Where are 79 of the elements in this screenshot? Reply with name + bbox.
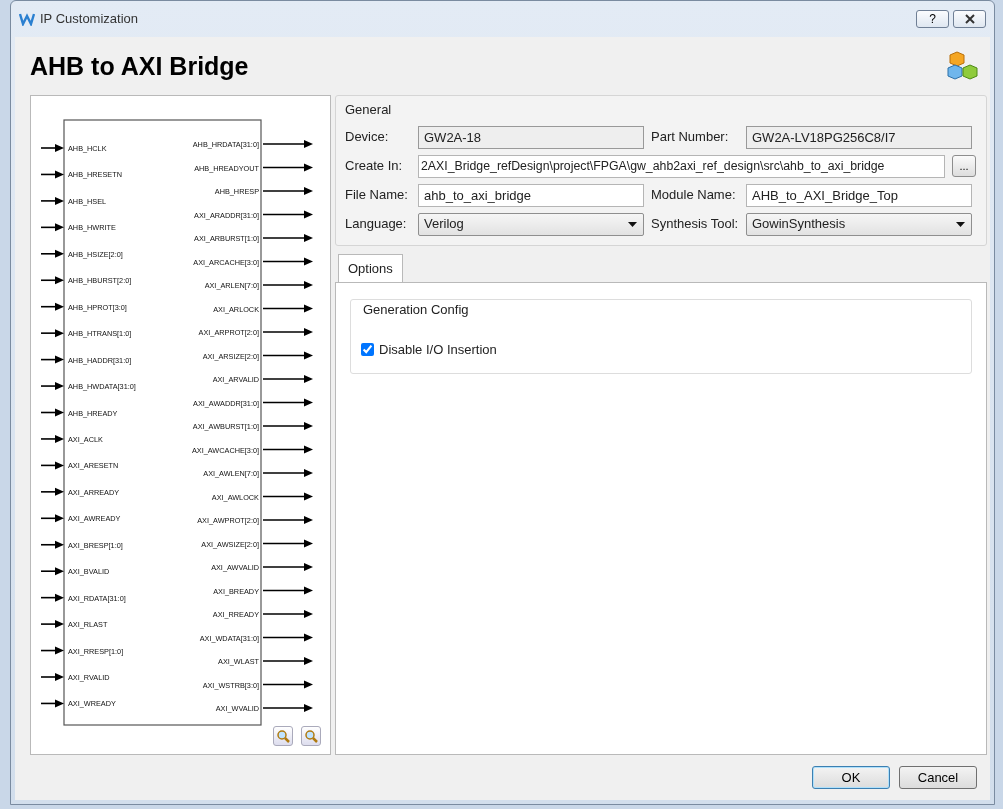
help-button[interactable]: ? <box>916 10 949 28</box>
field-label: File Name: <box>345 186 409 205</box>
pin-arrow <box>40 620 64 629</box>
field-label: Language: <box>345 215 408 234</box>
text-field[interactable]: AHB_to_AXI_Bridge_Top <box>746 183 972 207</box>
pin-arrow <box>262 469 313 477</box>
dropdown[interactable]: GowinSynthesis <box>746 212 972 236</box>
dialog-button[interactable]: OK <box>812 766 890 789</box>
pin-arrow <box>40 329 64 338</box>
pin-arrow <box>262 422 313 430</box>
dialog-button[interactable]: Cancel <box>899 766 977 789</box>
pin-arrow <box>40 249 64 258</box>
pin-arrow <box>40 540 64 549</box>
pin-arrow <box>262 445 313 454</box>
pin-arrow <box>262 210 313 219</box>
tab[interactable]: Options <box>338 253 403 282</box>
cubes-icon <box>947 50 979 82</box>
pin-arrow <box>262 140 313 148</box>
pin-arrow <box>40 355 64 364</box>
pin-arrow <box>262 187 313 195</box>
pin-arrow <box>40 196 64 205</box>
pin-arrow <box>262 516 313 524</box>
pin-arrow <box>40 170 64 179</box>
pin-arrow <box>262 492 313 501</box>
pin-arrow <box>40 461 64 470</box>
pin-arrow <box>40 408 64 417</box>
pin-arrow <box>40 673 64 681</box>
dropdown[interactable]: Verilog <box>418 212 644 236</box>
pin-arrow <box>262 163 313 172</box>
checkbox[interactable] <box>361 342 374 356</box>
group-title: General <box>345 101 393 119</box>
pin-arrow <box>40 144 64 152</box>
pin-arrow <box>262 281 313 289</box>
text-field[interactable]: ahb_to_axi_bridge <box>418 183 644 207</box>
close-button[interactable] <box>953 10 986 28</box>
pin-arrow <box>262 398 313 407</box>
pin-arrow <box>40 276 64 285</box>
pin-arrow <box>262 328 313 336</box>
window-title: IP Customization <box>40 10 139 29</box>
pin-arrow <box>262 563 313 571</box>
pin-arrow <box>262 680 313 689</box>
dialog-heading: AHB to AXI Bridge <box>30 51 249 81</box>
field-label: Module Name: <box>650 186 737 205</box>
pin-arrow <box>40 487 64 496</box>
pin-arrow <box>40 434 64 443</box>
pin-arrow <box>262 633 313 642</box>
pin-arrow <box>262 257 313 266</box>
zoom-in-button[interactable] <box>273 726 293 746</box>
pin-arrow <box>262 539 313 548</box>
zoom-out-button[interactable] <box>301 726 321 746</box>
caret-icon <box>628 221 637 227</box>
text-field[interactable]: GW2A-18 <box>418 125 644 149</box>
field-label: Part Number: <box>650 128 730 147</box>
pin-arrow <box>40 302 64 311</box>
pin-arrow <box>40 699 64 708</box>
field-label: Create In: <box>345 157 404 176</box>
pin-arrow <box>262 610 313 618</box>
checkbox-label: Disable I/O Insertion <box>379 340 497 359</box>
pin-arrow <box>262 351 313 360</box>
pin-arrow <box>40 567 64 576</box>
close-icon <box>963 14 976 24</box>
pin-arrow <box>40 646 64 655</box>
field-label: Device: <box>345 128 390 147</box>
caret-icon <box>956 221 965 227</box>
path-field[interactable]: 2AXI_Bridge_refDesign\project\FPGA\gw_ahb2axi_ref_design\src\ahb_to_axi_bridge <box>418 154 945 178</box>
pin-arrow <box>262 234 313 242</box>
logo-icon <box>19 12 35 26</box>
pin-arrow <box>40 223 64 232</box>
pin-arrow <box>262 375 313 383</box>
text-field[interactable]: GW2A-LV18PG256C8/I7 <box>746 125 972 149</box>
pin-arrow <box>40 382 64 391</box>
pin-arrow <box>40 593 64 602</box>
pin-arrow <box>262 304 313 313</box>
pin-arrow <box>262 657 313 665</box>
field-label: Synthesis Tool: <box>650 215 740 234</box>
pin-arrow <box>40 514 64 523</box>
pin-arrow <box>262 704 313 712</box>
pin-arrow <box>262 586 313 595</box>
browse-button[interactable]: ... <box>952 155 976 177</box>
